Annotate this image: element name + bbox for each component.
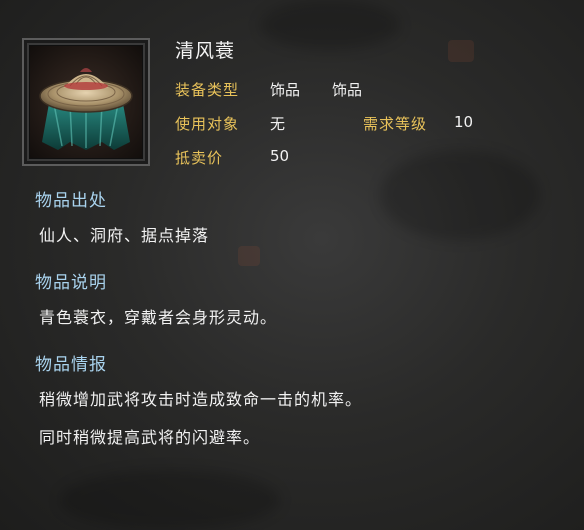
equip-type-value: 饰品 bbox=[332, 81, 363, 99]
target-row: 使用对象 bbox=[175, 113, 239, 134]
description-section-title: 物品说明 bbox=[35, 273, 107, 293]
info-section-line-2: 同时稍微提高武将的闪避率。 bbox=[39, 428, 261, 447]
source-section-title: 物品出处 bbox=[35, 191, 107, 211]
target-value: 无 bbox=[270, 115, 286, 133]
item-name: 清风蓑 bbox=[175, 40, 236, 62]
price-label: 抵卖价 bbox=[175, 149, 224, 167]
source-section-text: 仙人、洞府、据点掉落 bbox=[39, 226, 210, 245]
level-label: 需求等级 bbox=[363, 115, 428, 133]
straw-hat-cape-icon bbox=[30, 46, 142, 158]
price-row: 抵卖价 bbox=[175, 147, 223, 168]
price-value-cell: 50 bbox=[270, 147, 289, 165]
equip-type-label: 装备类型 bbox=[175, 81, 240, 99]
equip-type-row: 装备类型 bbox=[175, 79, 239, 100]
equip-type-value-1: 饰品 bbox=[270, 79, 300, 100]
item-icon-frame[interactable] bbox=[22, 38, 150, 166]
level-value-cell: 10 bbox=[454, 113, 473, 131]
equip-type-value: 饰品 bbox=[270, 81, 301, 99]
info-section-line-1: 稍微增加武将攻击时造成致命一击的机率。 bbox=[39, 390, 363, 409]
target-label: 使用对象 bbox=[175, 115, 240, 133]
watermark-mark bbox=[448, 40, 474, 62]
info-section-title: 物品情报 bbox=[35, 355, 107, 375]
background-stain bbox=[60, 470, 280, 530]
watermark-mark bbox=[238, 246, 260, 266]
background-stain bbox=[260, 0, 400, 50]
description-section-text: 青色蓑衣，穿戴者会身形灵动。 bbox=[39, 308, 278, 327]
level-row: 需求等级 bbox=[363, 113, 427, 134]
equip-type-value-2: 饰品 bbox=[332, 79, 362, 100]
background-stain bbox=[380, 150, 540, 240]
level-value: 10 bbox=[454, 113, 474, 131]
target-value-cell: 无 bbox=[270, 113, 285, 134]
item-tooltip-panel: 清风蓑 装备类型 饰品 饰品 使用对象 无 需求等级 10 抵卖价 50 物品出… bbox=[0, 0, 584, 530]
price-value: 50 bbox=[270, 147, 290, 165]
